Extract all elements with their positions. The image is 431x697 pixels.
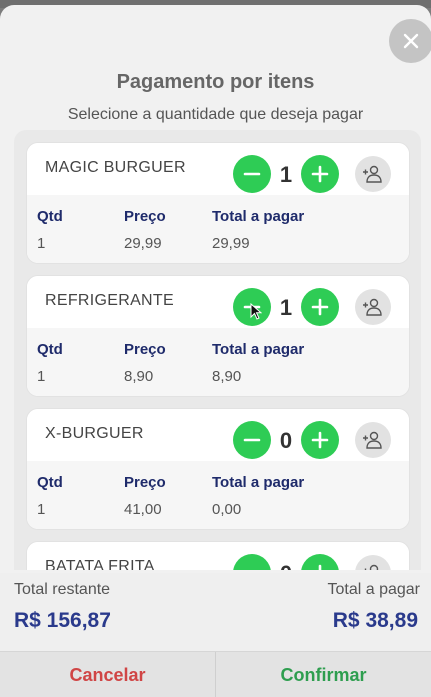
items-list[interactable]: MAGIC BURGUER 1 Qtd Preço Total a pagar … — [14, 130, 421, 570]
qtd-header: Qtd — [37, 208, 63, 225]
total-header: Total a pagar — [212, 474, 305, 491]
total-value: 8,90 — [212, 368, 242, 385]
plus-icon — [311, 431, 329, 449]
preco-value: 29,99 — [124, 235, 162, 252]
split-with-person-button[interactable] — [355, 289, 391, 325]
total-header: Total a pagar — [212, 208, 305, 225]
preco-value: 41,00 — [124, 501, 162, 518]
close-icon — [403, 33, 419, 49]
confirm-button[interactable]: Confirmar — [216, 652, 431, 697]
item-card: MAGIC BURGUER 1 Qtd Preço Total a pagar … — [26, 142, 410, 264]
decrease-qty-button[interactable] — [233, 421, 271, 459]
total-value: 0,00 — [212, 501, 242, 518]
plus-icon — [311, 165, 329, 183]
increase-qty-button[interactable] — [301, 421, 339, 459]
minus-icon — [243, 172, 261, 176]
increase-qty-button[interactable] — [301, 554, 339, 570]
close-button[interactable] — [389, 19, 431, 63]
remaining-value: R$ 156,87 — [14, 609, 111, 632]
add-person-icon — [363, 165, 382, 183]
preco-header: Preço — [124, 208, 166, 225]
item-name: BATATA FRITA — [45, 558, 155, 570]
qtd-value: 1 — [37, 235, 46, 252]
selected-qty: 0 — [276, 561, 296, 570]
minus-icon — [243, 564, 261, 570]
add-person-icon — [363, 431, 382, 449]
item-card-details: Qtd Preço Total a pagar 1 41,00 0,00 — [27, 461, 409, 529]
item-card: REFRIGERANTE 1 Qtd Preço Total a pagar 1… — [26, 275, 410, 397]
increase-qty-button[interactable] — [301, 155, 339, 193]
plus-icon — [318, 564, 322, 570]
decrease-qty-button[interactable] — [233, 155, 271, 193]
item-card-header: MAGIC BURGUER 1 — [27, 143, 409, 195]
split-with-person-button[interactable] — [355, 156, 391, 192]
page-subtitle: Selecione a quantidade que deseja pagar — [67, 106, 364, 123]
preco-header: Preço — [124, 341, 166, 358]
split-with-person-button[interactable] — [355, 555, 391, 570]
item-card-header: X-BURGUER 0 — [27, 409, 409, 461]
action-bar: Cancelar Confirmar — [0, 651, 431, 697]
mouse-cursor-icon — [250, 303, 262, 320]
item-name: X-BURGUER — [45, 425, 144, 442]
to-pay-value: R$ 38,89 — [332, 609, 418, 632]
add-person-icon — [364, 564, 379, 570]
item-card-header: BATATA FRITA 0 — [27, 542, 409, 570]
item-card-details: Qtd Preço Total a pagar 1 8,90 8,90 — [27, 328, 409, 396]
minus-icon — [243, 438, 261, 442]
qtd-header: Qtd — [37, 474, 63, 491]
remaining-label: Total restante — [14, 581, 111, 598]
page-title: Pagamento por itens — [116, 71, 315, 93]
item-card: BATATA FRITA 0 — [26, 541, 410, 570]
total-header: Total a pagar — [212, 341, 305, 358]
selected-qty: 0 — [279, 428, 293, 453]
qtd-header: Qtd — [37, 341, 63, 358]
cancel-button[interactable]: Cancelar — [0, 652, 215, 697]
item-name: REFRIGERANTE — [45, 292, 174, 309]
qtd-value: 1 — [37, 368, 46, 385]
preco-header: Preço — [124, 474, 166, 491]
increase-qty-button[interactable] — [301, 288, 339, 326]
split-with-person-button[interactable] — [355, 422, 391, 458]
decrease-qty-button[interactable] — [233, 554, 271, 570]
preco-value: 8,90 — [124, 368, 154, 385]
selected-qty: 1 — [279, 162, 293, 187]
qtd-value: 1 — [37, 501, 46, 518]
item-card-details: Qtd Preço Total a pagar 1 29,99 29,99 — [27, 195, 409, 263]
item-name: MAGIC BURGUER — [45, 159, 186, 176]
payment-sheet: Pagamento por itens Selecione a quantida… — [0, 5, 431, 697]
plus-icon — [311, 298, 329, 316]
to-pay-label: Total a pagar — [327, 581, 420, 598]
item-card: X-BURGUER 0 Qtd Preço Total a pagar 1 41… — [26, 408, 410, 530]
item-card-header: REFRIGERANTE 1 — [27, 276, 409, 328]
payment-screen: Pagamento por itens Selecione a quantida… — [0, 0, 431, 697]
selected-qty: 1 — [279, 295, 293, 320]
total-value: 29,99 — [212, 235, 250, 252]
add-person-icon — [363, 298, 382, 316]
